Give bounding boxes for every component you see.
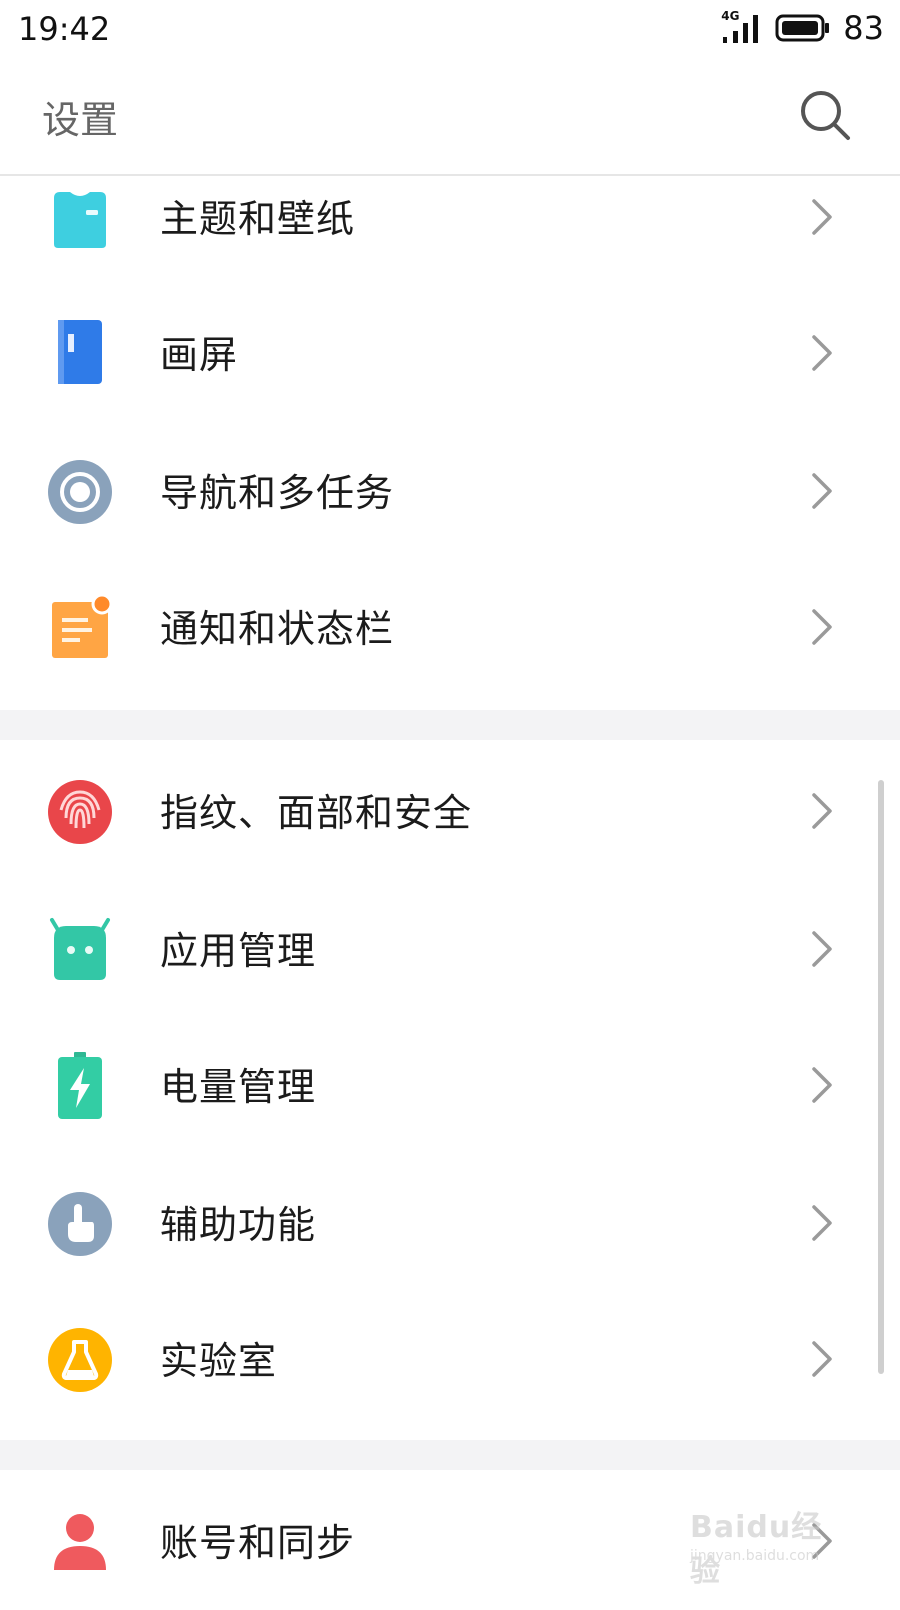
- battery-bolt-icon: [58, 1052, 102, 1119]
- section-divider: [0, 710, 900, 740]
- chevron-right-icon: [812, 1523, 832, 1559]
- status-time: 19:42: [18, 10, 111, 48]
- flask-icon: [48, 1328, 112, 1392]
- settings-item-app-management[interactable]: 应用管理: [0, 878, 900, 1018]
- ring-icon: [48, 460, 112, 524]
- page-title: 设置: [42, 98, 119, 142]
- settings-item-accessibility[interactable]: 辅助功能: [0, 1152, 900, 1292]
- chevron-right-icon: [812, 793, 832, 829]
- scrollbar[interactable]: [878, 780, 884, 1374]
- signal-icon: 4G: [721, 9, 763, 45]
- settings-item-label: 导航和多任务: [160, 471, 395, 515]
- settings-item-label: 辅助功能: [160, 1203, 317, 1247]
- notification-icon: [52, 594, 113, 658]
- settings-item-label: 电量管理: [160, 1065, 317, 1109]
- chevron-right-icon: [812, 1205, 832, 1241]
- android-icon: [50, 918, 110, 980]
- settings-item-navigation[interactable]: 导航和多任务: [0, 420, 900, 560]
- settings-item-account[interactable]: 账号和同步: [0, 1470, 900, 1610]
- tshirt-icon: [54, 192, 106, 248]
- chevron-right-icon: [812, 199, 832, 235]
- settings-item-label: 账号和同步: [160, 1521, 356, 1565]
- settings-item-lab[interactable]: 实验室: [0, 1288, 900, 1428]
- hand-pointer-icon: [48, 1192, 112, 1256]
- settings-item-label: 画屏: [160, 333, 239, 377]
- status-bar: 19:42 4G 83: [0, 0, 900, 56]
- chevron-right-icon: [812, 1341, 832, 1377]
- settings-group-2: 指纹、面部和安全 应用管理 电量管理 辅助功能 实验室: [0, 740, 900, 1440]
- settings-item-label: 实验室: [160, 1339, 278, 1383]
- settings-group-3: 账号和同步: [0, 1470, 900, 1600]
- settings-item-notifications[interactable]: 通知和状态栏: [0, 556, 900, 696]
- settings-item-label: 指纹、面部和安全: [160, 791, 473, 835]
- search-icon: [801, 91, 850, 140]
- chevron-right-icon: [812, 1067, 832, 1103]
- settings-item-screen[interactable]: 画屏: [0, 282, 900, 422]
- section-divider: [0, 1440, 900, 1470]
- search-button[interactable]: [796, 86, 856, 146]
- chevron-right-icon: [812, 473, 832, 509]
- battery-icon: [775, 13, 831, 43]
- book-icon: [58, 320, 102, 384]
- settings-group-1: 主题和壁纸 画屏 导航和多任务 通知和状态栏: [0, 176, 900, 710]
- settings-item-label: 通知和状态栏: [160, 607, 395, 651]
- battery-level: 83: [843, 9, 884, 47]
- fingerprint-icon: [48, 780, 112, 844]
- status-indicators: 4G 83: [721, 8, 884, 48]
- chevron-right-icon: [812, 335, 832, 371]
- settings-item-label: 应用管理: [160, 929, 317, 973]
- chevron-right-icon: [812, 609, 832, 645]
- settings-item-theme[interactable]: 主题和壁纸: [0, 146, 900, 286]
- chevron-right-icon: [812, 931, 832, 967]
- person-icon: [54, 1514, 106, 1570]
- settings-item-security[interactable]: 指纹、面部和安全: [0, 740, 900, 880]
- settings-item-label: 主题和壁纸: [160, 197, 356, 241]
- settings-item-battery[interactable]: 电量管理: [0, 1014, 900, 1154]
